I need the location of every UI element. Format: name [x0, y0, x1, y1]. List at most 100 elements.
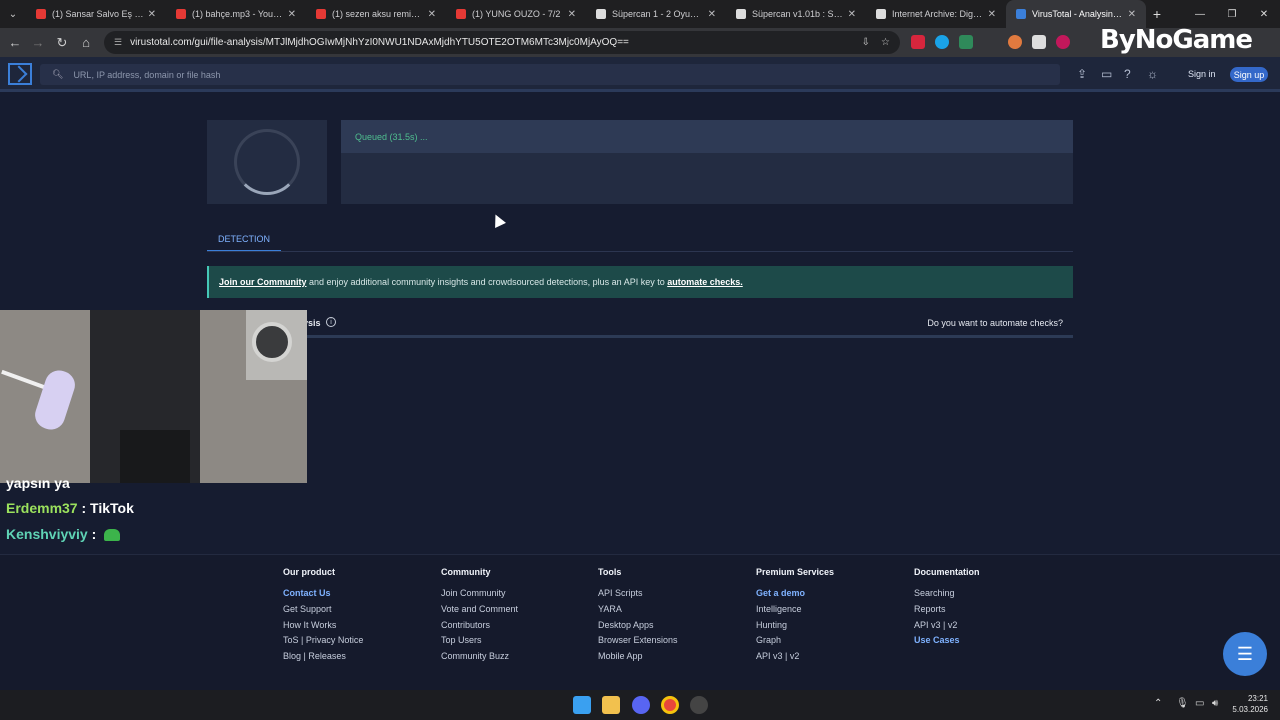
footer-link[interactable]: Reports	[914, 604, 980, 620]
browser-tab[interactable]: VirusTotal - Analysing file ✕	[1006, 0, 1146, 28]
tray-mic-icon[interactable]: 🎙︎	[1176, 698, 1189, 709]
new-tab-button[interactable]: +	[1146, 6, 1168, 22]
address-bar[interactable]: ☰ virustotal.com/gui/file-analysis/MTJlM…	[104, 31, 900, 54]
sign-in-link[interactable]: Sign in	[1188, 69, 1216, 79]
join-community-link[interactable]: Join our Community	[219, 277, 307, 287]
clock-date: 5.03.2026	[1232, 705, 1268, 714]
forward-icon[interactable]: →	[26, 35, 50, 50]
help-icon[interactable]: ?	[1124, 67, 1131, 81]
tray-chevron-icon[interactable]: ⌃	[1154, 698, 1162, 709]
browser-tab[interactable]: (1) bahçe.mp3 - YouTube ✕	[166, 0, 306, 28]
back-icon[interactable]: ←	[3, 35, 27, 50]
theme-toggle-icon[interactable]: ☼	[1147, 67, 1158, 81]
footer-heading: Documentation	[914, 567, 980, 577]
footer-link[interactable]: API v3 | v2	[756, 651, 834, 667]
footer-link[interactable]: Use Cases	[914, 635, 980, 651]
footer-link[interactable]: YARA	[598, 604, 678, 620]
footer-link[interactable]: Vote and Comment	[441, 604, 518, 620]
footer-link[interactable]: How It Works	[283, 620, 363, 636]
footer-link[interactable]: Get a demo	[756, 588, 834, 604]
footer-link[interactable]: Desktop Apps	[598, 620, 678, 636]
tab-detection[interactable]: DETECTION	[207, 228, 281, 252]
footer-column: Community Join Community Vote and Comment C…	[441, 567, 518, 667]
webcam-overlay	[0, 310, 307, 483]
browser-tab[interactable]: (1) YUNG OUZO - 7/2 ✕	[446, 0, 586, 28]
browser-tab[interactable]: (1) Sansar Salvo Eş Za ✕	[26, 0, 166, 28]
footer-link[interactable]: Mobile App	[598, 651, 678, 667]
footer-link[interactable]: API v3 | v2	[914, 620, 980, 636]
automate-question[interactable]: Do you want to automate checks?	[927, 318, 1063, 328]
footer-link[interactable]: Blog | Releases	[283, 651, 363, 667]
footer-link[interactable]: Searching	[914, 588, 980, 604]
footer-link[interactable]: ToS | Privacy Notice	[283, 635, 363, 651]
search-placeholder: URL, IP address, domain or file hash	[73, 69, 221, 80]
adblock-icon[interactable]	[911, 35, 925, 49]
footer-link[interactable]: Contributors	[441, 620, 518, 636]
tray-display-icon[interactable]: ▭	[1195, 698, 1204, 709]
discord-icon[interactable]	[632, 696, 650, 714]
footer-link[interactable]: Hunting	[756, 620, 834, 636]
extension-icon[interactable]	[1056, 35, 1070, 49]
vt-header: 🔍︎ URL, IP address, domain or file hash …	[0, 57, 1280, 92]
search-input[interactable]: 🔍︎ URL, IP address, domain or file hash	[40, 64, 1060, 85]
tab-title: (1) YUNG OUZO - 7/2	[472, 9, 561, 19]
chat-emote-icon	[104, 529, 121, 542]
tab-search-icon[interactable]: ⌄	[0, 0, 26, 28]
chrome-icon[interactable]	[661, 696, 679, 714]
footer-heading: Tools	[598, 567, 622, 577]
virustotal-logo[interactable]	[8, 63, 32, 85]
bookmark-star-icon[interactable]: ☆	[881, 37, 890, 48]
restore-icon[interactable]: ❐	[1216, 0, 1248, 28]
footer-link[interactable]: Contact Us	[283, 588, 363, 604]
chat-username: Erdemm37	[6, 500, 78, 516]
tab-close-icon[interactable]: ✕	[848, 9, 856, 20]
tab-close-icon[interactable]: ✕	[568, 9, 576, 20]
browser-tab[interactable]: Internet Archive: Digital L ✕	[866, 0, 1006, 28]
tab-favicon-icon	[1016, 9, 1026, 19]
info-icon[interactable]: i	[326, 317, 336, 327]
notifications-icon[interactable]: ▭	[1101, 67, 1112, 81]
file-explorer-icon[interactable]	[602, 696, 620, 714]
tab-close-icon[interactable]: ✕	[708, 9, 716, 20]
reload-icon[interactable]: ↻	[50, 35, 74, 51]
taskbar-clock[interactable]: 23:21 5.03.2026	[1232, 693, 1268, 715]
tab-close-icon[interactable]: ✕	[148, 9, 156, 20]
footer-link[interactable]: Intelligence	[756, 604, 834, 620]
chat-message: Kenshviyviy :	[6, 526, 121, 542]
close-window-icon[interactable]: ✕	[1248, 0, 1280, 28]
footer-link[interactable]: Join Community	[441, 588, 518, 604]
extension-icon[interactable]	[959, 35, 973, 49]
tab-close-icon[interactable]: ✕	[1128, 9, 1136, 20]
footer-link[interactable]: Graph	[756, 635, 834, 651]
obs-icon[interactable]	[690, 696, 708, 714]
footer-heading: Premium Services	[756, 567, 835, 577]
footer: Our product Contact Us Get Support How It W…	[0, 554, 1280, 690]
browser-tab[interactable]: Süpercan 1 - 2 Oyunu - R ✕	[586, 0, 726, 28]
footer-link[interactable]: API Scripts	[598, 588, 678, 604]
minimize-icon[interactable]: —	[1184, 0, 1216, 28]
loading-spinner-icon	[234, 129, 300, 195]
home-icon[interactable]: ⌂	[74, 35, 98, 50]
tab-close-icon[interactable]: ✕	[428, 9, 436, 20]
install-icon[interactable]: ⇩	[862, 37, 870, 48]
footer-column: Documentation Searching Reports API v3 | v2…	[914, 567, 980, 651]
footer-link[interactable]: Top Users	[441, 635, 518, 651]
extension-icon[interactable]	[1008, 35, 1022, 49]
tray-volume-icon[interactable]: 🔊︎	[1212, 698, 1218, 709]
sign-up-button[interactable]: Sign up	[1230, 67, 1268, 82]
chat-support-button[interactable]: ☰	[1223, 632, 1267, 676]
footer-link[interactable]: Community Buzz	[441, 651, 518, 667]
footer-link[interactable]: Browser Extensions	[598, 635, 678, 651]
browser-tab-strip: ⌄ (1) Sansar Salvo Eş Za ✕ (1) bahçe.mp3 -…	[0, 0, 1280, 28]
tab-close-icon[interactable]: ✕	[288, 9, 296, 20]
extension-icon[interactable]	[1032, 35, 1046, 49]
upload-icon[interactable]: ⇪	[1077, 67, 1087, 81]
site-info-icon[interactable]: ☰	[114, 37, 122, 48]
tab-close-icon[interactable]: ✕	[988, 9, 996, 20]
browser-tab[interactable]: Süpercan v1.01b : Sobee ✕	[726, 0, 866, 28]
footer-link[interactable]: Get Support	[283, 604, 363, 620]
browser-tab[interactable]: (1) sezen aksu remix müz ✕	[306, 0, 446, 28]
windows-start-icon[interactable]	[573, 696, 591, 714]
automate-checks-link[interactable]: automate checks.	[667, 277, 743, 287]
extension-icon[interactable]	[935, 35, 949, 49]
